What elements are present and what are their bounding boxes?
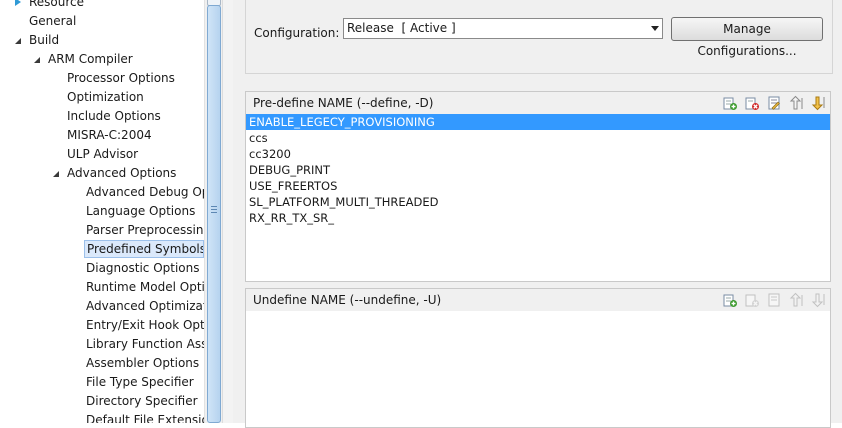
list-item[interactable]: RX_RR_TX_SR_	[246, 210, 830, 226]
list-item[interactable]: USE_FREERTOS	[246, 178, 830, 194]
tree-item[interactable]: General	[27, 12, 78, 30]
tree-item[interactable]: Directory Specifier	[84, 392, 204, 410]
expand-closed-icon[interactable]	[15, 0, 21, 6]
configuration-label: Configuration:	[254, 26, 340, 40]
move-down-icon[interactable]	[810, 292, 826, 308]
tree-scrollbar[interactable]	[204, 0, 222, 423]
tree-item[interactable]: Predefined Symbols	[84, 240, 204, 258]
tree-item[interactable]: Advanced Optimizati	[84, 297, 204, 315]
move-up-icon[interactable]	[788, 95, 804, 111]
move-down-icon[interactable]	[810, 95, 826, 111]
scroll-thumb[interactable]	[207, 5, 221, 423]
configuration-select[interactable]: Release [ Active ]	[343, 18, 663, 39]
predefine-group: Pre-define NAME (--define, -D) ENABLE_LE…	[245, 91, 831, 282]
tree-item[interactable]: Resource	[27, 0, 86, 11]
thumb-grip	[211, 212, 217, 213]
edit-icon[interactable]	[766, 292, 782, 308]
list-item[interactable]: DEBUG_PRINT	[246, 162, 830, 178]
undefine-header: Undefine NAME (--undefine, -U)	[246, 289, 830, 312]
list-item[interactable]: ENABLE_LEGECY_PROVISIONING	[246, 114, 830, 130]
tree-item[interactable]: Build	[27, 31, 61, 49]
undefine-list[interactable]	[246, 311, 830, 427]
tree-item[interactable]: ULP Advisor	[65, 145, 140, 163]
thumb-grip	[211, 206, 217, 207]
tree-item[interactable]: File Type Specifier	[84, 373, 204, 391]
tree-item[interactable]: Assembler Options	[84, 354, 204, 372]
undefine-title: Undefine NAME (--undefine, -U)	[253, 293, 442, 307]
configuration-group: Configuration: Release [ Active ] Manage…	[245, 0, 833, 74]
expand-open-icon[interactable]	[15, 38, 21, 44]
tree-item[interactable]: MISRA-C:2004	[65, 126, 154, 144]
delete-icon[interactable]	[744, 292, 760, 308]
settings-tree: Resource General Build ARM Compiler Processo…	[0, 0, 204, 423]
tree-item[interactable]: Advanced Options	[65, 164, 178, 182]
tree-item[interactable]: ARM Compiler	[46, 50, 135, 68]
tree-item[interactable]: Library Function Assu	[84, 335, 204, 353]
tree-item[interactable]: Default File Extensior	[84, 411, 204, 423]
tree-item[interactable]: Runtime Model Optio	[84, 278, 204, 296]
edit-icon[interactable]	[766, 95, 782, 111]
configuration-selected-value: Release [ Active ]	[347, 21, 456, 35]
properties-content: Configuration: Release [ Active ] Manage…	[233, 0, 842, 428]
list-item[interactable]: cc3200	[246, 146, 830, 162]
expand-open-icon[interactable]	[53, 171, 59, 177]
manage-configurations-button[interactable]: Manage Configurations...	[671, 17, 823, 58]
tree-item[interactable]: Processor Options	[65, 69, 177, 87]
tree-item[interactable]: Advanced Debug Op	[84, 183, 204, 201]
tree-item[interactable]: Entry/Exit Hook Optic	[84, 316, 204, 334]
tree-item[interactable]: Optimization	[65, 88, 146, 106]
undefine-group: Undefine NAME (--undefine, -U)	[245, 288, 831, 428]
chevron-down-icon	[651, 26, 659, 31]
add-icon[interactable]	[722, 95, 738, 111]
predefine-list[interactable]: ENABLE_LEGECY_PROVISIONING ccs cc3200 DEBUG…	[246, 114, 830, 281]
delete-icon[interactable]	[744, 95, 760, 111]
thumb-grip	[211, 209, 217, 210]
expand-open-icon[interactable]	[34, 57, 40, 63]
tree-item[interactable]: Diagnostic Options	[84, 259, 204, 277]
undefine-toolbar	[722, 292, 826, 308]
list-item[interactable]: ccs	[246, 130, 830, 146]
predefine-header: Pre-define NAME (--define, -D)	[246, 92, 830, 115]
add-icon[interactable]	[722, 292, 738, 308]
tree-item[interactable]: Language Options	[84, 202, 204, 220]
tree-item[interactable]: Parser Preprocessing	[84, 221, 204, 239]
list-item[interactable]: SL_PLATFORM_MULTI_THREADED	[246, 194, 830, 210]
predefine-title: Pre-define NAME (--define, -D)	[253, 96, 434, 110]
move-up-icon[interactable]	[788, 292, 804, 308]
predefine-toolbar	[722, 95, 826, 111]
tree-item[interactable]: Include Options	[65, 107, 163, 125]
